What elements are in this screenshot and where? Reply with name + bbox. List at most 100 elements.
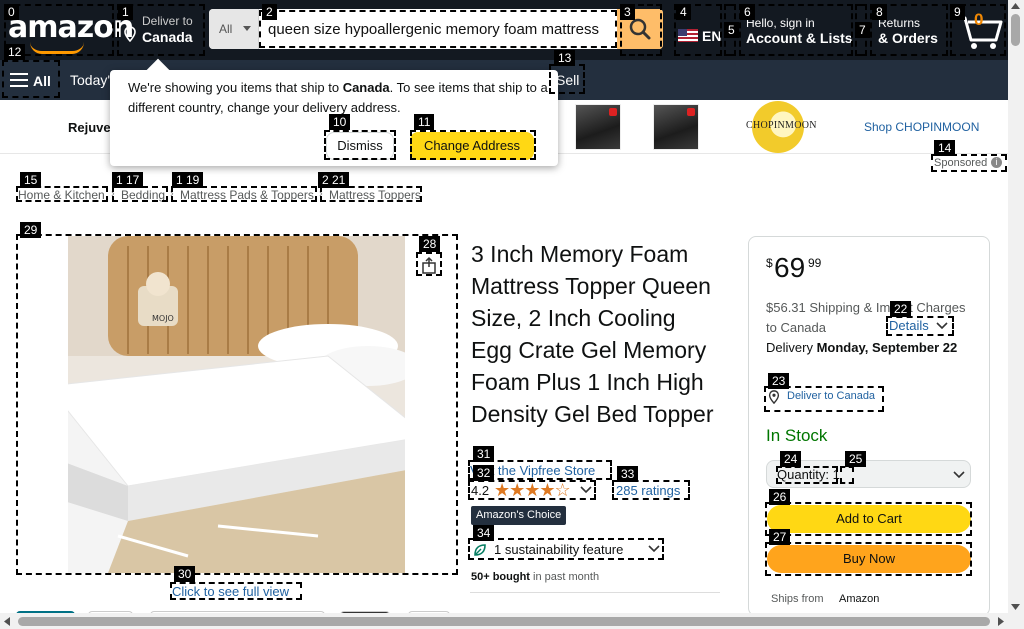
mark-tag: 11: [414, 114, 435, 130]
rating-value: 4.2: [471, 483, 490, 498]
popover-message: We're showing you items that ship to Can…: [128, 78, 548, 118]
bought-count: 50+ bought: [471, 571, 530, 583]
search-input[interactable]: [260, 9, 622, 49]
shipping-details-link[interactable]: Details: [889, 318, 929, 333]
account-lists-label: Account & Lists: [746, 30, 853, 46]
image-caption: MOJO: [152, 314, 174, 323]
mark-tag: 26: [769, 489, 791, 505]
vertical-scrollbar[interactable]: [1008, 0, 1024, 629]
mark-tag: 9: [950, 4, 965, 20]
breadcrumb-separator: ›: [319, 188, 323, 200]
mark-tag: 15: [20, 172, 42, 188]
mattress-topper-photo: MOJO: [68, 236, 405, 573]
mark-tag: 24: [780, 451, 802, 467]
mark-tag: 0: [4, 4, 19, 20]
quantity-value: 1: [832, 467, 840, 482]
search-category-label: All: [219, 22, 233, 36]
sell-link[interactable]: Sell: [556, 72, 579, 88]
chevron-down-icon[interactable]: [648, 545, 660, 553]
deliver-label: Deliver to: [142, 14, 193, 28]
mark-tag: 1 19: [172, 172, 204, 188]
mark-tag: 27: [769, 529, 791, 545]
search-bar: All: [209, 9, 663, 49]
bought-suffix: in past month: [529, 571, 600, 583]
mark-tag: 31: [473, 446, 495, 462]
caret-down-icon: [243, 26, 251, 31]
mark-tag: 32: [473, 465, 495, 481]
horizontal-scrollbar-thumb[interactable]: [18, 617, 990, 626]
price-whole: 69: [774, 252, 806, 283]
orders-label: & Orders: [878, 30, 938, 46]
scroll-left-arrow-icon[interactable]: [4, 617, 10, 626]
mark-tag: 5: [724, 22, 739, 38]
scroll-down-arrow-icon[interactable]: [1011, 604, 1020, 610]
popover-country: Canada: [342, 80, 390, 95]
deliver-to-canada-link[interactable]: Deliver to Canada: [787, 390, 875, 402]
ad-product-thumbnail[interactable]: [575, 104, 621, 150]
sponsored-label[interactable]: Sponsored: [934, 157, 987, 169]
share-icon[interactable]: [420, 256, 438, 274]
shop-chopinmoon-link[interactable]: Shop CHOPINMOON: [864, 120, 979, 134]
scroll-up-arrow-icon[interactable]: [1011, 3, 1020, 9]
ad-product-thumbnail[interactable]: [653, 104, 699, 150]
logo-smile-icon: [30, 42, 84, 54]
divider: [470, 592, 720, 593]
sustainability-feature[interactable]: 1 sustainability feature: [494, 542, 623, 557]
mark-tag: 10: [329, 114, 351, 130]
all-menu-label: All: [33, 73, 51, 89]
mark-tag: 6: [740, 4, 755, 20]
deliver-to-location[interactable]: Deliver to Canada: [120, 8, 206, 52]
all-menu-button[interactable]: All: [4, 63, 56, 97]
chopinmoon-logo-text: CHOPINMOON: [746, 120, 817, 131]
mark-tag: 2 21: [318, 172, 350, 188]
location-pin-icon: [768, 390, 780, 404]
info-icon[interactable]: i: [991, 157, 1002, 168]
breadcrumb-bedding[interactable]: Bedding: [121, 188, 165, 202]
greeting-text: Hello, sign in: [746, 16, 815, 30]
vertical-scrollbar-thumb[interactable]: [1011, 14, 1020, 46]
breadcrumb-separator: ›: [170, 188, 174, 200]
full-view-link[interactable]: Click to see full view: [172, 584, 289, 599]
star-rating-icon[interactable]: ★★★★☆: [494, 480, 571, 501]
hamburger-icon: [10, 73, 28, 87]
cart-count: 0: [974, 10, 984, 29]
amazons-choice-badge: Amazon's Choice: [471, 506, 567, 525]
breadcrumb-mattress-pads[interactable]: Mattress Pads & Toppers: [180, 188, 314, 202]
mark-tag: 13: [554, 50, 576, 66]
breadcrumb-mattress-toppers[interactable]: Mattress Toppers: [329, 188, 421, 202]
mark-tag: 2: [262, 4, 277, 20]
mark-tag: 25: [845, 451, 867, 467]
chevron-down-icon: [953, 471, 965, 479]
delivery-prefix: Delivery: [766, 340, 817, 355]
mark-tag: 34: [473, 525, 495, 541]
us-flag-icon: [678, 29, 698, 42]
ships-from-value: Amazon: [839, 593, 880, 605]
mark-tag: 23: [768, 373, 790, 389]
product-main-image[interactable]: MOJO: [68, 236, 405, 573]
chevron-down-icon[interactable]: [936, 322, 948, 330]
change-address-button[interactable]: Change Address: [410, 132, 534, 160]
ratings-count-link[interactable]: 285 ratings: [616, 483, 680, 498]
breadcrumb-home-kitchen[interactable]: Home & Kitchen: [18, 188, 105, 202]
buy-now-button[interactable]: Buy Now: [767, 545, 971, 573]
mark-tag: 22: [890, 301, 912, 317]
price-symbol: $: [766, 256, 773, 270]
popover-message-text: We're showing you items that ship to: [128, 80, 343, 95]
quantity-label: Quantity:: [777, 467, 830, 482]
mark-tag: 4: [676, 4, 691, 20]
ad-brand-name[interactable]: Rejuve: [68, 120, 111, 135]
product-title: 3 Inch Memory Foam Mattress Topper Queen…: [471, 241, 714, 427]
leaf-icon: [474, 544, 486, 556]
account-lists-menu[interactable]: Hello, sign in Account & Lists: [740, 8, 856, 52]
delivery-date: Delivery Monday, September 22: [766, 338, 966, 358]
dismiss-button[interactable]: Dismiss: [326, 132, 394, 160]
mark-tag: 1: [118, 4, 133, 20]
add-to-cart-button[interactable]: Add to Cart: [767, 505, 971, 533]
breadcrumb-separator: ›: [111, 188, 115, 200]
scroll-right-arrow-icon[interactable]: [998, 617, 1004, 626]
bought-past-month: 50+ bought in past month: [471, 571, 599, 583]
chevron-down-icon[interactable]: [580, 486, 592, 494]
logo-wordmark: amazon: [8, 10, 134, 45]
mark-tag: 1 17: [112, 172, 144, 188]
search-category-select[interactable]: All: [209, 9, 259, 49]
